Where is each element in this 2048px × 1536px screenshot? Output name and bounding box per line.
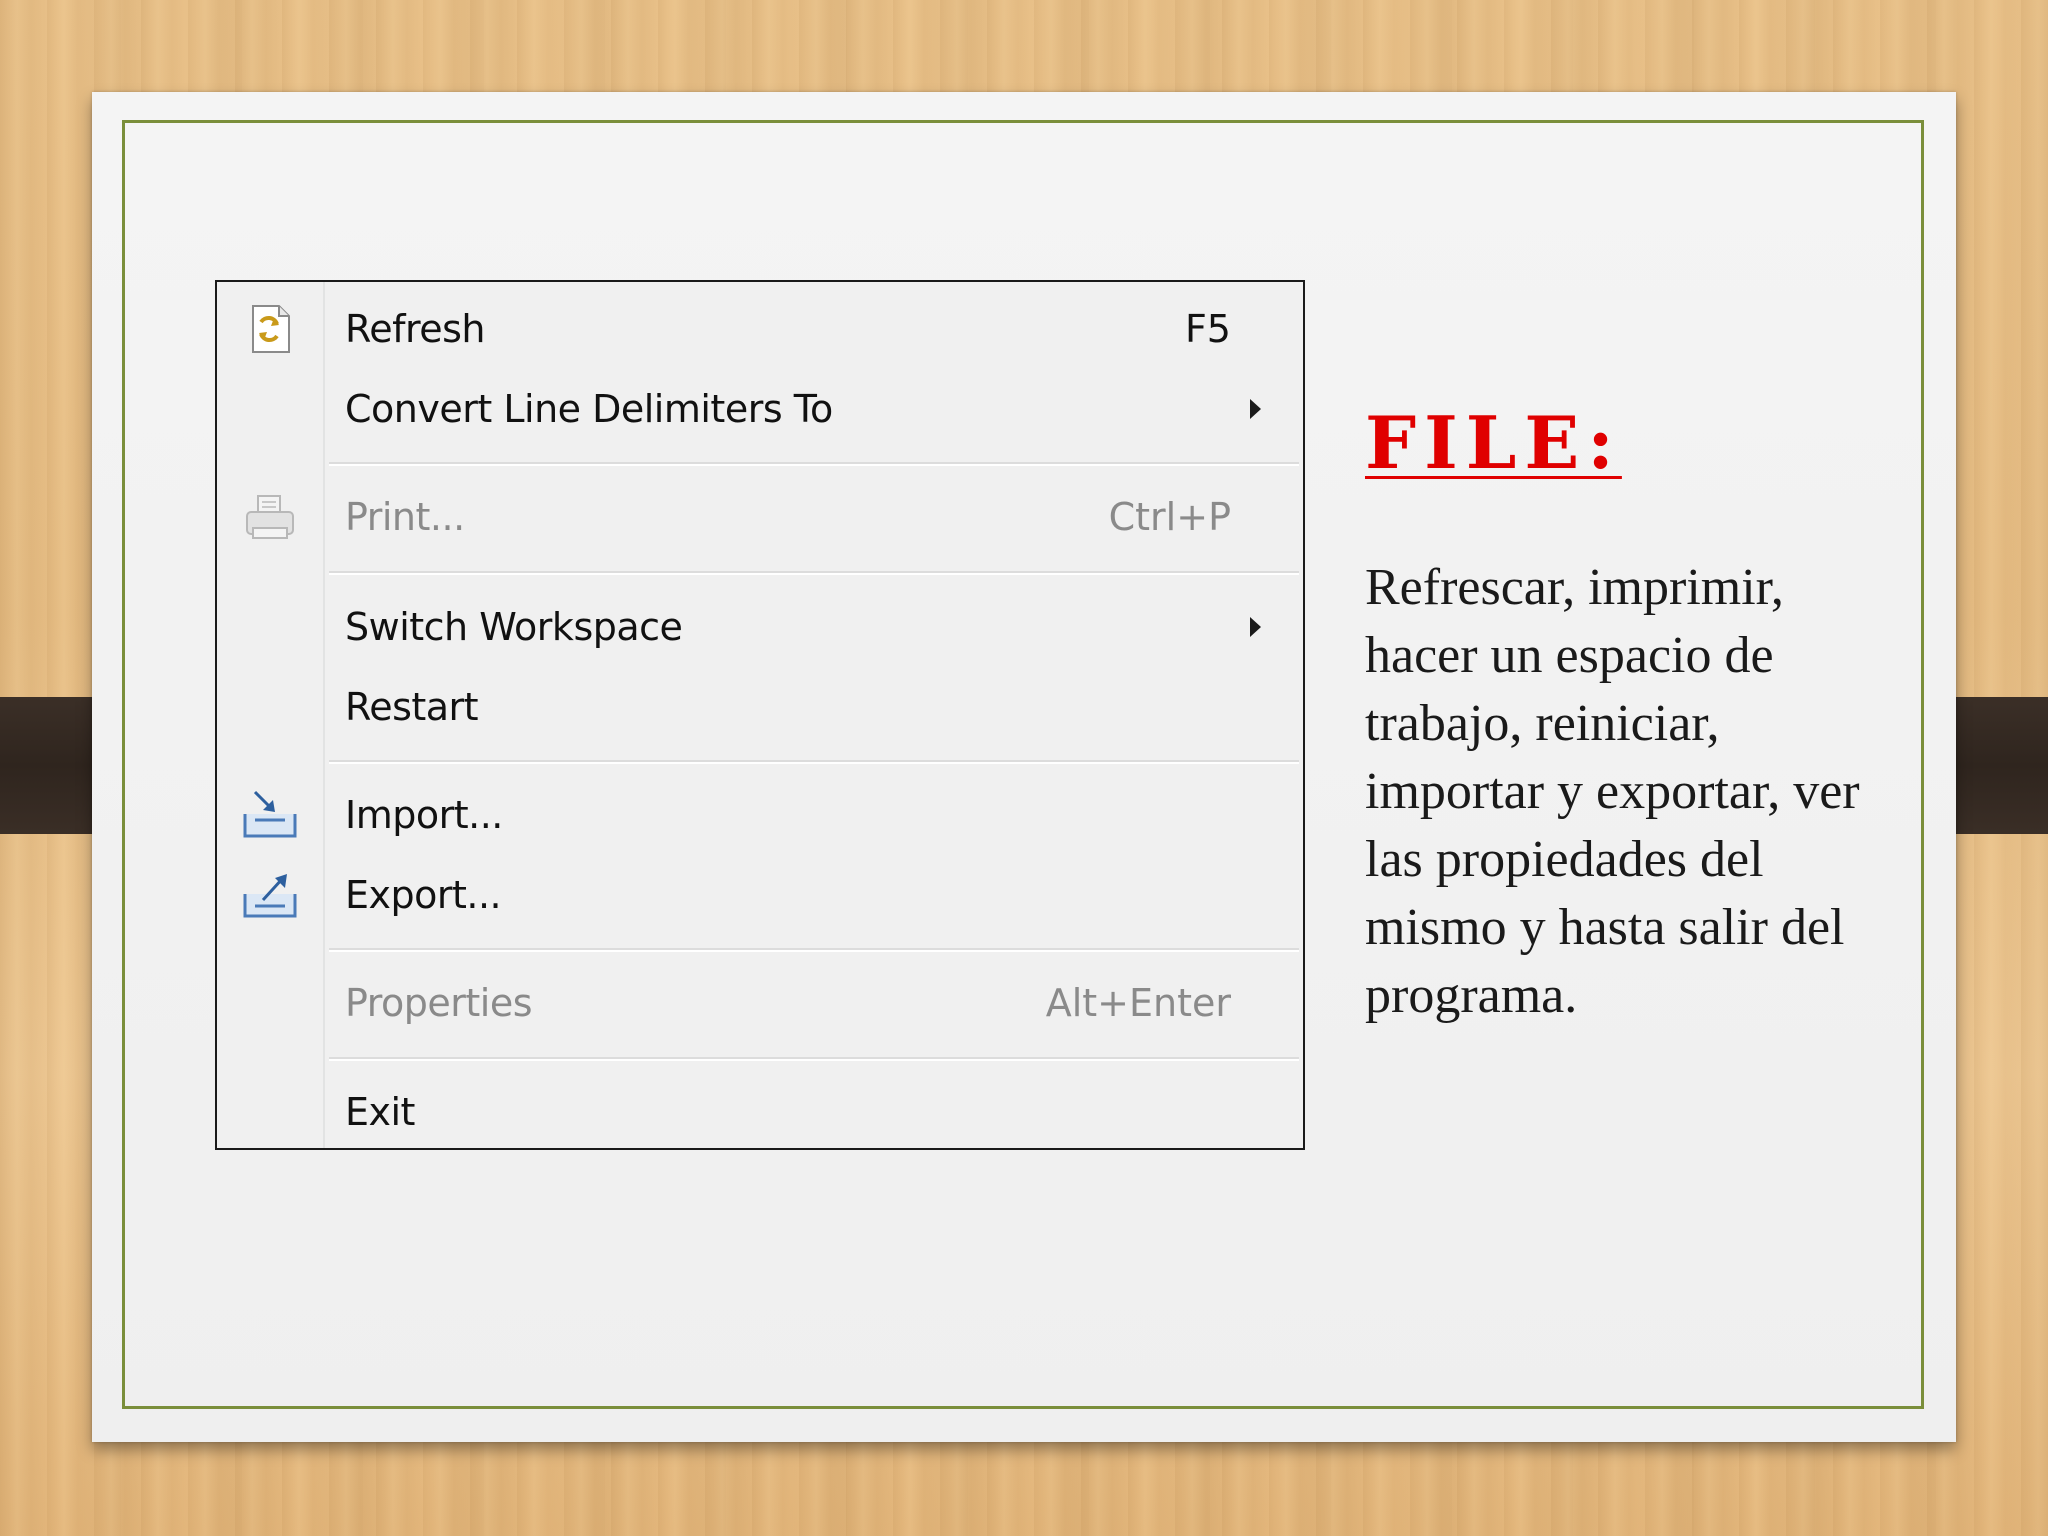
menu-item-import[interactable]: Import...: [217, 780, 1303, 850]
menu-item-shortcut: Ctrl+P: [1108, 495, 1231, 539]
menu-separator: [329, 462, 1299, 466]
printer-icon: [241, 488, 299, 546]
menu-item-shortcut: F5: [1184, 307, 1231, 351]
menu-item-exit[interactable]: Exit: [217, 1077, 1303, 1147]
submenu-arrow-icon: [1250, 617, 1261, 637]
menu-separator: [329, 571, 1299, 575]
menu-item-label: Print...: [345, 495, 465, 539]
menu-item-label: Switch Workspace: [345, 605, 683, 649]
menu-item-refresh[interactable]: Refresh F5: [217, 294, 1303, 364]
menu-separator: [329, 760, 1299, 764]
menu-item-shortcut: Alt+Enter: [1045, 981, 1231, 1025]
import-icon: [241, 786, 299, 844]
menu-item-label: Restart: [345, 685, 479, 729]
refresh-icon: [241, 300, 299, 358]
menu-item-label: Properties: [345, 981, 533, 1025]
export-icon: [241, 866, 299, 924]
menu-item-print[interactable]: Print... Ctrl+P: [217, 482, 1303, 552]
slide-heading: FILE:: [1365, 400, 1622, 485]
menu-item-label: Convert Line Delimiters To: [345, 387, 833, 431]
slide-description: Refrescar, imprimir, hacer un espacio de…: [1365, 559, 1860, 1024]
menu-item-label: Export...: [345, 873, 502, 917]
menu-item-label: Exit: [345, 1090, 415, 1134]
menu-item-properties[interactable]: Properties Alt+Enter: [217, 968, 1303, 1038]
file-context-menu: Refresh F5 Convert Line Delimiters To Pr…: [215, 280, 1305, 1150]
menu-item-switch-workspace[interactable]: Switch Workspace: [217, 592, 1303, 662]
menu-item-restart[interactable]: Restart: [217, 672, 1303, 742]
menu-item-convert-line-delimiters[interactable]: Convert Line Delimiters To: [217, 374, 1303, 444]
menu-item-export[interactable]: Export...: [217, 860, 1303, 930]
submenu-arrow-icon: [1250, 399, 1261, 419]
menu-separator: [329, 1057, 1299, 1061]
menu-item-label: Import...: [345, 793, 503, 837]
menu-separator: [329, 948, 1299, 952]
menu-item-label: Refresh: [345, 307, 486, 351]
